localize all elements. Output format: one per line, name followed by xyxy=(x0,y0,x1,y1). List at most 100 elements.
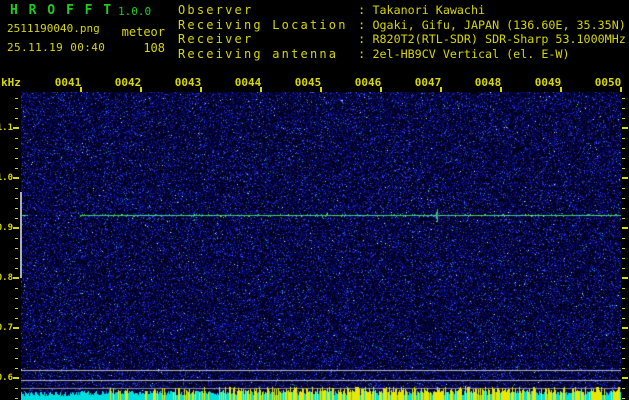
tick-mark xyxy=(622,248,625,249)
info-value: Ogaki, Gifu, JAPAN (136.60E, 35.35N) xyxy=(372,17,626,32)
tick-mark xyxy=(622,158,625,159)
tick-mark xyxy=(13,177,19,179)
info-value: Takanori Kawachi xyxy=(372,3,486,17)
info-label: Receiver xyxy=(178,32,254,46)
tick-mark xyxy=(15,398,18,399)
tick-mark xyxy=(622,308,625,309)
tick-mark xyxy=(622,398,625,399)
tick-mark xyxy=(15,298,18,299)
time-tick-label: 0044 xyxy=(234,76,262,89)
tick-mark xyxy=(15,358,18,359)
tick-mark xyxy=(622,138,625,139)
freq-tick-label: 1.0 xyxy=(0,173,13,183)
tick-mark xyxy=(622,377,628,379)
freq-tick-label: 0.7 xyxy=(0,323,13,333)
freq-range-marker-bar xyxy=(20,192,22,278)
info-label: Observer xyxy=(178,3,254,17)
info-row: Receiving Location: Ogaki, Gifu, JAPAN (… xyxy=(178,18,626,33)
tick-mark xyxy=(15,368,18,369)
info-separator: : xyxy=(358,17,373,32)
timestamp: 25.11.19 00:40 xyxy=(7,41,106,54)
tick-mark xyxy=(15,318,18,319)
mode-label: meteor xyxy=(121,25,165,39)
tick-mark xyxy=(15,388,18,389)
tick-mark xyxy=(622,258,625,259)
info-row: Receiving antenna: 2el-HB9CV Vertical (e… xyxy=(178,47,626,62)
tick-mark xyxy=(15,198,18,199)
tick-mark xyxy=(15,138,18,139)
tick-mark xyxy=(15,238,18,239)
spectrogram-canvas xyxy=(21,92,621,400)
tick-mark xyxy=(622,277,628,279)
tick-mark xyxy=(622,288,625,289)
y-axis-unit-label: kHz xyxy=(1,76,21,89)
app-version: 1.0.0 xyxy=(118,5,152,18)
tick-mark xyxy=(15,218,18,219)
tick-mark xyxy=(13,327,19,329)
output-filename: 2511190040.png xyxy=(7,22,100,35)
time-tick-label: 0049 xyxy=(534,76,562,89)
tick-mark xyxy=(15,348,18,349)
tick-mark xyxy=(15,268,18,269)
time-tick-label: 0050 xyxy=(594,76,622,89)
info-label: Receiving Location xyxy=(178,17,348,32)
tick-mark xyxy=(622,238,625,239)
tick-mark xyxy=(15,108,18,109)
tick-mark xyxy=(622,388,625,389)
tick-mark xyxy=(622,177,628,179)
info-row: Observer: Takanori Kawachi xyxy=(178,3,626,18)
tick-mark xyxy=(622,348,625,349)
tick-mark xyxy=(622,118,625,119)
tick-mark xyxy=(15,248,18,249)
time-tick-label: 0047 xyxy=(414,76,442,89)
tick-mark xyxy=(13,377,19,379)
tick-mark xyxy=(622,127,628,129)
tick-mark xyxy=(622,188,625,189)
tick-mark xyxy=(15,98,18,99)
freq-tick-label: 0.6 xyxy=(0,373,13,383)
app-title: H R O F F T xyxy=(10,3,113,18)
tick-mark xyxy=(622,227,628,229)
tick-mark xyxy=(622,148,625,149)
tick-mark xyxy=(622,108,625,109)
tick-mark xyxy=(15,258,18,259)
info-value: 2el-HB9CV Vertical (el. E-W) xyxy=(372,46,570,61)
time-tick-label: 0041 xyxy=(54,76,82,89)
info-separator: : xyxy=(358,3,373,17)
time-tick-label: 0042 xyxy=(114,76,142,89)
tick-mark xyxy=(622,338,625,339)
tick-mark xyxy=(622,368,625,369)
tick-mark xyxy=(13,227,19,229)
tick-mark xyxy=(622,168,625,169)
info-value: R820T2(RTL-SDR) SDR-Sharp 53.1000MHz xyxy=(372,32,626,46)
tick-mark xyxy=(13,127,19,129)
tick-mark xyxy=(15,288,18,289)
tick-mark xyxy=(15,158,18,159)
tick-mark xyxy=(15,208,18,209)
freq-tick-label: 0.9 xyxy=(0,223,13,233)
tick-mark xyxy=(622,327,628,329)
tick-mark xyxy=(15,168,18,169)
tick-mark xyxy=(15,338,18,339)
info-separator: : xyxy=(358,46,373,61)
tick-mark xyxy=(622,218,625,219)
tick-mark xyxy=(15,118,18,119)
tick-mark xyxy=(15,308,18,309)
time-tick-label: 0043 xyxy=(174,76,202,89)
tick-mark xyxy=(622,298,625,299)
tick-mark xyxy=(15,188,18,189)
info-separator: : xyxy=(358,32,373,46)
tick-mark xyxy=(622,318,625,319)
tick-mark xyxy=(622,208,625,209)
tick-mark xyxy=(13,277,19,279)
tick-mark xyxy=(622,268,625,269)
info-label: Receiving antenna xyxy=(178,46,339,61)
tick-mark xyxy=(622,98,625,99)
time-tick-label: 0048 xyxy=(474,76,502,89)
info-row: Receiver: R820T2(RTL-SDR) SDR-Sharp 53.1… xyxy=(178,32,626,47)
tick-mark xyxy=(622,358,625,359)
hrofft-screen: H R O F F T 1.0.0 2511190040.png meteor … xyxy=(0,0,629,400)
freq-tick-label: 1.1 xyxy=(0,123,13,133)
tick-mark xyxy=(15,148,18,149)
time-tick-label: 0045 xyxy=(294,76,322,89)
